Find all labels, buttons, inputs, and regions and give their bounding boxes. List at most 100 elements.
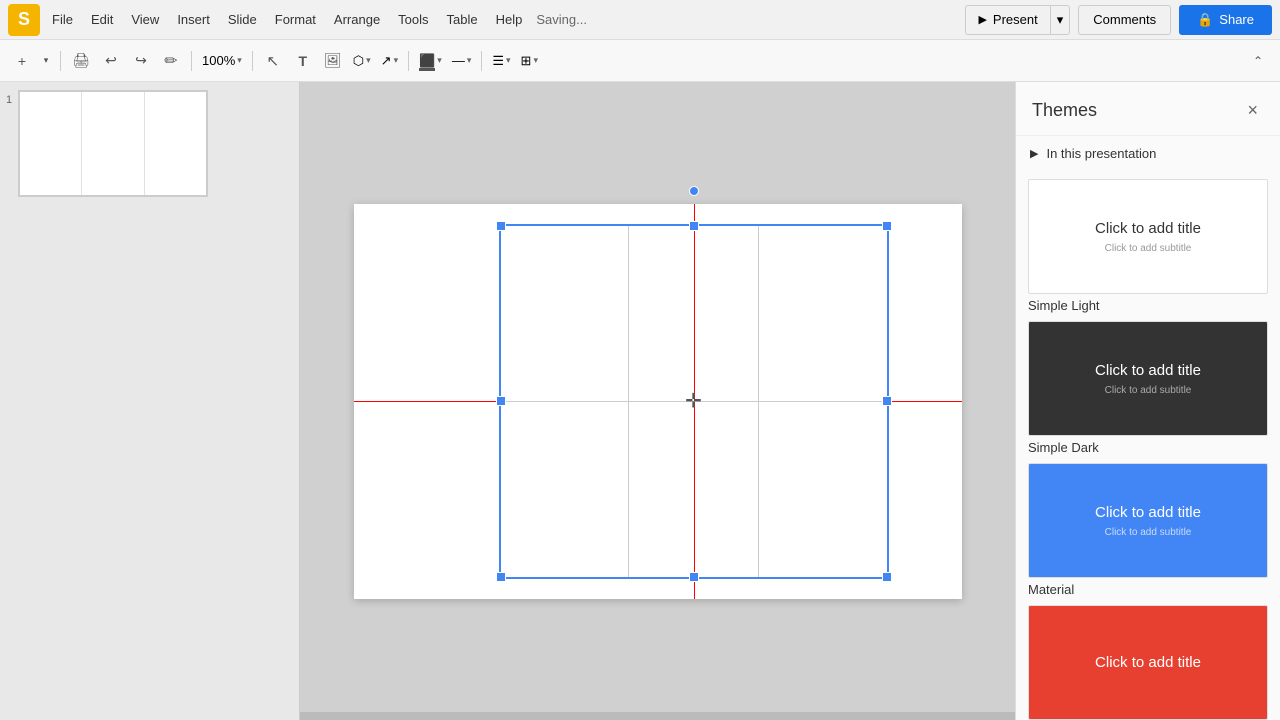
zoom-value: 100% [202, 53, 235, 68]
line-dropdown[interactable]: ↗ ▾ [377, 51, 402, 71]
menu-help[interactable]: Help [488, 8, 531, 31]
canvas-scrollbar[interactable] [300, 712, 1015, 720]
zoom-arrow: ▾ [237, 55, 242, 66]
fill-color-icon: ⬛ [419, 53, 435, 69]
theme-item-simple-dark: Click to add title Click to add subtitle… [1028, 321, 1268, 455]
slide-canvas[interactable]: ✛ [354, 204, 962, 599]
add-button[interactable]: + [8, 47, 36, 75]
image-tool[interactable]: 🖼 [319, 47, 347, 75]
separator-4 [408, 51, 409, 71]
menu-arrange[interactable]: Arrange [326, 8, 388, 31]
line-icon: ↗ [381, 53, 392, 69]
undo-button[interactable]: ↩ [97, 47, 125, 75]
theme-material-subtitle: Click to add subtitle [1105, 527, 1192, 538]
share-label: Share [1219, 12, 1254, 27]
menu-insert[interactable]: Insert [169, 8, 218, 31]
fill-color-dropdown[interactable]: ⬛ ▾ [415, 51, 446, 71]
menu-table[interactable]: Table [439, 8, 486, 31]
collapse-button[interactable]: ⌃ [1244, 47, 1272, 75]
theme-simple-light-subtitle: Click to add subtitle [1105, 243, 1192, 254]
theme-simple-light-name: Simple Light [1028, 298, 1268, 313]
theme-item-simple-light: Click to add title Click to add subtitle… [1028, 179, 1268, 313]
comments-button[interactable]: Comments [1078, 5, 1171, 35]
menu-view[interactable]: View [123, 8, 167, 31]
rotation-handle[interactable] [689, 186, 699, 196]
toolbar: + ▾ 🖨 ↩ ↪ ✏ 100% ▾ ↖ T 🖼 ⬡ ▾ ↗ ▾ ⬛ ▾ — ▾… [0, 40, 1280, 82]
align-icon: ☰ [492, 53, 504, 69]
themes-title: Themes [1032, 100, 1097, 121]
theme-coral-title: Click to add title [1095, 654, 1201, 671]
present-label: Present [993, 12, 1038, 27]
menu-slide[interactable]: Slide [220, 8, 265, 31]
line-arrow: ▾ [394, 55, 399, 66]
distribute-icon: ⊞ [521, 53, 532, 69]
share-button[interactable]: 🔒 Share [1179, 5, 1272, 35]
slide-thumbnail[interactable] [18, 90, 208, 197]
shapes-dropdown[interactable]: ⬡ ▾ [349, 51, 375, 71]
table-cell[interactable] [499, 224, 629, 401]
redo-button[interactable]: ↪ [127, 47, 155, 75]
theme-simple-dark-title: Click to add title [1095, 362, 1201, 379]
app-logo[interactable]: S [8, 4, 40, 36]
menu-bar: File Edit View Insert Slide Format Arran… [44, 8, 587, 31]
theme-material-name: Material [1028, 582, 1268, 597]
menu-format[interactable]: Format [267, 8, 324, 31]
separator-2 [191, 51, 192, 71]
theme-preview-coral[interactable]: Click to add title [1028, 605, 1268, 720]
saving-status: Saving... [536, 12, 587, 27]
shapes-icon: ⬡ [353, 53, 364, 69]
in-this-presentation[interactable]: ▶ In this presentation [1016, 136, 1280, 171]
add-dropdown[interactable]: ▾ [38, 47, 54, 75]
theme-simple-dark-name: Simple Dark [1028, 440, 1268, 455]
right-actions: ▶ Present ▾ Comments 🔒 Share [965, 5, 1272, 35]
theme-preview-simple-light[interactable]: Click to add title Click to add subtitle [1028, 179, 1268, 294]
table-cell[interactable] [629, 401, 759, 578]
in-presentation-chevron: ▶ [1030, 147, 1038, 160]
shapes-arrow: ▾ [366, 55, 371, 66]
present-button[interactable]: ▶ Present ▾ [965, 5, 1070, 35]
top-bar: S File Edit View Insert Slide Format Arr… [0, 0, 1280, 40]
theme-preview-simple-dark[interactable]: Click to add title Click to add subtitle [1028, 321, 1268, 436]
slide-thumbnail-wrapper: 1 [6, 90, 293, 197]
distribute-arrow: ▾ [533, 55, 538, 66]
border-color-arrow: ▾ [467, 55, 472, 66]
theme-preview-material[interactable]: Click to add title Click to add subtitle [1028, 463, 1268, 578]
align-dropdown[interactable]: ☰ ▾ [488, 51, 514, 71]
present-main[interactable]: ▶ Present [966, 8, 1049, 31]
text-tool[interactable]: T [289, 47, 317, 75]
border-color-dropdown[interactable]: — ▾ [448, 51, 476, 70]
theme-simple-dark-subtitle: Click to add subtitle [1105, 385, 1192, 396]
separator-1 [60, 51, 61, 71]
table-object[interactable] [499, 224, 889, 579]
main-area: 1 [0, 82, 1280, 720]
present-dropdown-arrow[interactable]: ▾ [1050, 6, 1070, 34]
share-lock-icon: 🔒 [1197, 12, 1213, 28]
select-tool[interactable]: ↖ [259, 47, 287, 75]
distribute-dropdown[interactable]: ⊞ ▾ [517, 51, 542, 71]
table-cell[interactable] [758, 224, 888, 401]
zoom-dropdown[interactable]: 100% ▾ [198, 51, 246, 70]
canvas-area[interactable]: ✛ [300, 82, 1015, 720]
in-presentation-label: In this presentation [1046, 146, 1156, 161]
present-icon: ▶ [978, 13, 986, 26]
table-cell[interactable] [758, 401, 888, 578]
align-arrow: ▾ [506, 55, 511, 66]
menu-edit[interactable]: Edit [83, 8, 121, 31]
slide-number: 1 [6, 94, 12, 106]
slide-panel: 1 [0, 82, 300, 720]
border-color-icon: — [452, 53, 465, 68]
print-button[interactable]: 🖨 [67, 47, 95, 75]
paint-format-button[interactable]: ✏ [157, 47, 185, 75]
table-cell[interactable] [629, 224, 759, 401]
theme-simple-light-title: Click to add title [1095, 220, 1201, 237]
theme-list: Click to add title Click to add subtitle… [1016, 171, 1280, 720]
themes-close-button[interactable]: × [1241, 98, 1264, 123]
themes-panel: Themes × ▶ In this presentation Click to… [1015, 82, 1280, 720]
table-row [499, 224, 888, 401]
theme-item-material: Click to add title Click to add subtitle… [1028, 463, 1268, 597]
themes-header: Themes × [1016, 82, 1280, 136]
table-row [499, 401, 888, 578]
menu-file[interactable]: File [44, 8, 81, 31]
table-cell[interactable] [499, 401, 629, 578]
menu-tools[interactable]: Tools [390, 8, 436, 31]
